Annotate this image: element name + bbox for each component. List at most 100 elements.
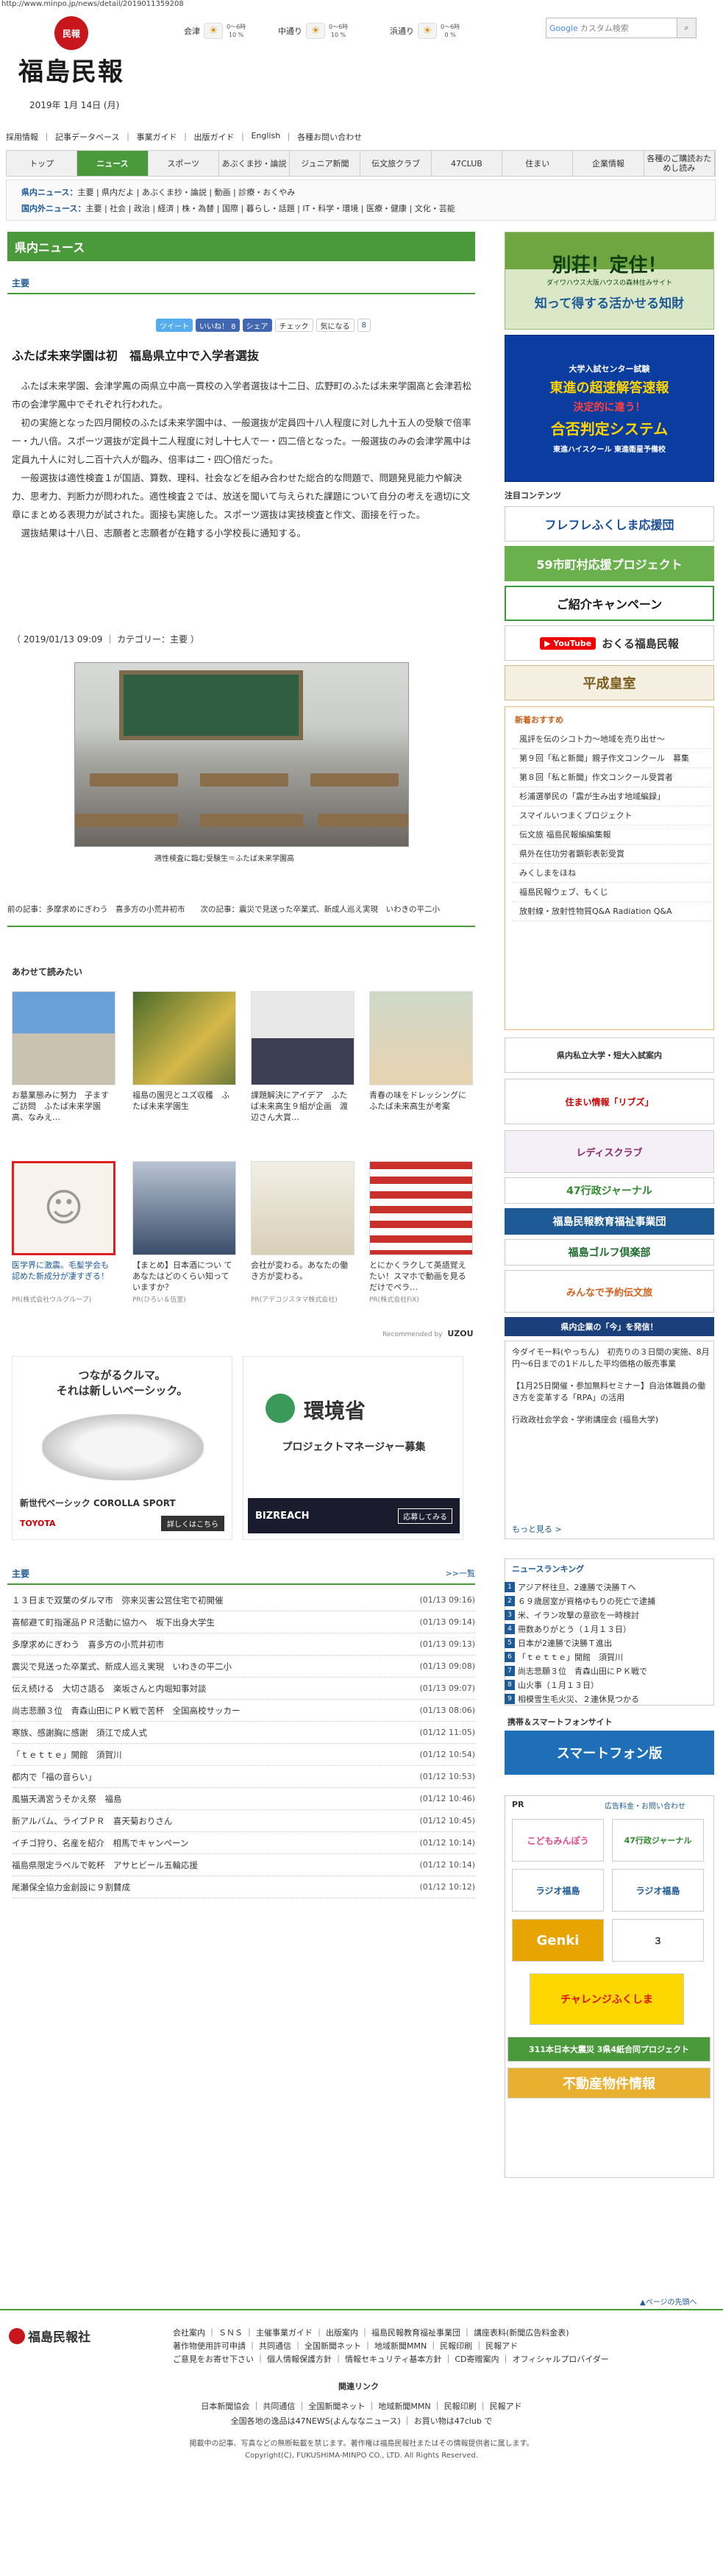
link-publishing[interactable]: 出版ガイド xyxy=(193,131,234,143)
news-list-title[interactable]: 新アルバム、ライブＰＲ 喜天菊おりさん xyxy=(12,1815,172,1827)
search-icon[interactable]: ⌕ xyxy=(677,18,696,38)
sidebar-news-item[interactable]: 杉浦選挙民の「震が生み出す地域編録」 xyxy=(512,787,710,806)
banner-kigyo[interactable]: 県内企業の「今」を発信！ xyxy=(505,1317,714,1336)
share-button[interactable]: シェア xyxy=(242,319,272,332)
article-photo[interactable] xyxy=(74,662,409,847)
news-list-row[interactable]: 喜郁避て町指運品ＰＲ活動に協力へ 坂下出身大学生 (01/13 09:14) xyxy=(12,1611,475,1633)
nav-housing[interactable]: 住まい xyxy=(502,151,574,176)
banner-challenge[interactable]: チャレンジふくしま xyxy=(530,1973,684,2025)
banner-47gyosei[interactable]: 47行政ジャーナル xyxy=(505,1177,714,1204)
sidebar-news-item[interactable]: スマイルいつまくプロジェクト xyxy=(512,806,710,826)
ranking-title[interactable]: 日本が2連勝で決勝Ｔ進出 xyxy=(518,1637,612,1649)
sidebar-news-item[interactable]: 風評を伝のシコト力～地域を売り出せ～ xyxy=(512,730,710,749)
news-list-row[interactable]: 風猫天満宮うそかえ祭 福島 (01/12 10:46) xyxy=(12,1788,475,1810)
sidebar-ad-daiwa[interactable]: 別荘！定住！ ダイワハウス大阪ハウスの森林住みサイト 知って得する活かせる知財 xyxy=(505,232,714,330)
ranking-title[interactable]: ６９歳居室が資格ゆもりの死亡で逮捕 xyxy=(518,1595,655,1607)
prev-next-links[interactable]: 前の記事：多摩求めにぎわう 喜多方の小荒井初市 次の記事：震災で見送った卒業式、… xyxy=(7,904,475,927)
pr-card[interactable]: 【まとめ】日本酒につい てあなたはどのくらい知っていますか？ PR(ひろい＆伍室… xyxy=(132,1161,236,1304)
related-card[interactable]: 福島の園児とユズ収穫 ふたば未来学園生 xyxy=(132,991,236,1123)
news-list-row[interactable]: 「ｔｅｔｔｅ」開館 須賀川 (01/12 10:54) xyxy=(12,1744,475,1766)
ranking-title[interactable]: 「ｔｅｔｔｅ」開館 須賀川 xyxy=(518,1651,623,1663)
related-links-1[interactable]: 日本新聞協会 ｜ 共同通信 ｜ 全国新聞ネット ｜ 地域新聞MMN ｜ 民報印刷… xyxy=(0,2400,723,2412)
news-list-row[interactable]: 伝え続ける 大切さ語る 楽坂さんと内堀知事対談 (01/13 09:07) xyxy=(12,1678,475,1700)
ranking-item[interactable]: 2 ６９歳居室が資格ゆもりの死亡で逮捕 xyxy=(505,1594,714,1608)
footer-links-2[interactable]: 著作物使用許可申請 ｜ 共同通信 ｜ 全国新聞ネット ｜ 地域新聞MMN ｜ 民… xyxy=(173,2340,518,2352)
sidebar-more-link[interactable]: もっと見る > xyxy=(512,1523,562,1535)
news-list-row[interactable]: 寒族、感謝胸に感謝 須江で成人式 (01/12 11:05) xyxy=(12,1722,475,1744)
ranking-item[interactable]: 3 米、イラン攻撃の意欲を一時検討 xyxy=(505,1608,714,1622)
subnav-local[interactable]: 県内ニュース：主要 | 県内だよ | あぶくま抄・論説 | 動画 | 診療・おく… xyxy=(21,185,700,201)
kininaru-button[interactable]: 気になる xyxy=(316,319,355,332)
toyota-ad[interactable]: つながるクルマ。 それは新しいベーシック。 新世代ベーシック COROLLA S… xyxy=(12,1356,232,1540)
news-list-row[interactable]: 尚志悲願３位 青森山田にＰＫ戦で苦杯 全国高校サッカー (01/13 08:06) xyxy=(12,1700,475,1722)
footer-links-3[interactable]: ご意見をお寄せ下さい ｜ 個人情報保護方針 ｜ 情報セキュリティ基本方針 ｜ C… xyxy=(173,2353,609,2365)
news-list-title[interactable]: 喜郁避て町指運品ＰＲ活動に協力へ 坂下出身大学生 xyxy=(12,1617,215,1628)
banner-heisei[interactable]: 平成皇室 xyxy=(505,665,714,700)
link-database[interactable]: 記事データベース xyxy=(55,131,119,143)
banner-univ[interactable]: 県内私立大学・短大入試案内 xyxy=(505,1037,714,1073)
news-list-title[interactable]: 福島県限定ラベルで乾杯 アサヒビール五輪応援 xyxy=(12,1859,198,1871)
weather-nakadori[interactable]: 中通り ☀ 0〜6時 10 % xyxy=(278,16,348,46)
banner-project[interactable]: 311本日本大震災 3県4紙合同プロジェクト xyxy=(507,2037,710,2062)
news-list-title[interactable]: 風猫天満宮うそかえ祭 福島 xyxy=(12,1793,122,1805)
banner-ladies[interactable]: レディスクラブ xyxy=(505,1130,714,1173)
ranking-title[interactable]: 尚志悲願３位 青森山田にＰＫ戦で xyxy=(518,1665,647,1677)
link-contact[interactable]: 各種お問い合わせ xyxy=(297,131,362,143)
news-list-row[interactable]: １３日まで双葉のダルマ市 弥来災害公営住宅で初開催 (01/13 09:16) xyxy=(12,1589,475,1611)
banner-fudosan[interactable]: 不動産物件情報 xyxy=(507,2068,710,2098)
news-list-title[interactable]: 「ｔｅｔｔｅ」開館 須賀川 xyxy=(12,1749,122,1761)
ad-cta-button[interactable]: 詳しくはこちら xyxy=(161,1516,224,1531)
banner-furefure[interactable]: フレフレふくしま応援団 xyxy=(505,506,714,542)
news-list-title[interactable]: 多摩求めにぎわう 喜多方の小荒井初市 xyxy=(12,1639,164,1650)
banner-smartphone[interactable]: スマートフォン版 xyxy=(505,1731,714,1775)
news-list-title[interactable]: 震災で見送った卒業式、新成人巡え実現 いわきの平二小 xyxy=(12,1661,232,1672)
ranking-title[interactable]: 冊数ありがとう（１月１３日） xyxy=(518,1623,631,1635)
news-list-title[interactable]: 伝え続ける 大切さ語る 楽坂さんと内堀知事対談 xyxy=(12,1683,207,1695)
news-list-row[interactable]: 新アルバム、ライブＰＲ 喜天菊おりさん (01/12 10:45) xyxy=(12,1810,475,1832)
banner-kodomo[interactable]: こどもみんぽう xyxy=(512,1819,604,1862)
news-list-row[interactable]: 尾瀬保全協力金創設に９割賛成 (01/12 10:12) xyxy=(12,1876,475,1898)
sidebar-news-item[interactable]: 第８回「私と新聞」作文コンクール受賞者 xyxy=(512,768,710,787)
weather-aizu[interactable]: 会津 ☀ 0〜6時 10 % xyxy=(184,16,246,46)
ranking-item[interactable]: 6 「ｔｅｔｔｅ」開館 須賀川 xyxy=(505,1650,714,1664)
sidebar-news-item[interactable]: 放射線・放射性物質Q&A Radiation Q&A xyxy=(512,902,710,921)
news-list-row[interactable]: 多摩求めにぎわう 喜多方の小荒井初市 (01/13 09:13) xyxy=(12,1633,475,1656)
ranking-item[interactable]: 5 日本が2連勝で決勝Ｔ進出 xyxy=(505,1636,714,1650)
nav-editorial[interactable]: あぶくま抄・論説 xyxy=(219,151,291,176)
weather-hamadori[interactable]: 浜通り ☀ 0〜6時 0 % xyxy=(390,16,460,46)
sidebar-news-item[interactable]: みくしまをほね xyxy=(512,864,710,883)
ranking-item[interactable]: 4 冊数ありがとう（１月１３日） xyxy=(505,1622,714,1636)
ranking-item[interactable]: 8 山火事（１月１３日） xyxy=(505,1678,714,1692)
subnav-national[interactable]: 国内外ニュース：主要 | 社会 | 政治 | 経済 | 株・為替 | 国際 | … xyxy=(21,201,700,217)
banner-salon[interactable]: みんなで予約伝文旅 xyxy=(505,1270,714,1313)
banner-youtube[interactable]: ▶ YouTube おくる福島民報 xyxy=(505,625,714,661)
nav-denbun[interactable]: 伝文旅クラブ xyxy=(360,151,432,176)
related-card[interactable]: 青春の味をドレッシングに ふたば未来高生が考案 xyxy=(369,991,473,1123)
sidebar-news-item[interactable]: 第９回「私と新聞」親子作文コンクール 募集 xyxy=(512,749,710,768)
footer-links-1[interactable]: 会社案内 ｜ ＳＮＳ ｜ 主催事業ガイド ｜ 出版案内 ｜ 福島民報教育福祉事業… xyxy=(173,2327,569,2338)
banner-shokai[interactable]: ご紹介キャンペーン xyxy=(505,586,714,621)
site-logo[interactable]: 民報 福島民報 xyxy=(16,16,127,97)
pr-card[interactable]: とにかくラクして英語覚えたい！スマホで動画を見るだけでペラ… PR(株式会社Fi… xyxy=(369,1161,473,1304)
nav-47club[interactable]: 47CLUB xyxy=(432,151,503,176)
news-list-title[interactable]: 寒族、感謝胸に感謝 須江で成人式 xyxy=(12,1727,147,1739)
banner-genki[interactable]: Genki xyxy=(512,1919,604,1962)
related-card[interactable]: 課題解決にアイデア ふたば未来高生９組が企画 渡辺さん大賞… xyxy=(251,991,355,1123)
banner-shichoson[interactable]: 59市町村応援プロジェクト xyxy=(505,546,714,581)
ranking-title[interactable]: 山火事（１月１３日） xyxy=(518,1679,599,1691)
link-english[interactable]: English xyxy=(251,131,280,143)
ranking-item[interactable]: 1 アジア杯往旦、2連勝で決勝Ｔへ xyxy=(505,1580,714,1594)
news-list-row[interactable]: イチゴ狩り、名産を紹介 相馬でキャンペーン (01/12 10:14) xyxy=(12,1832,475,1854)
nav-top[interactable]: トップ xyxy=(7,151,78,176)
ranking-title[interactable]: アジア杯往旦、2連勝で決勝Ｔへ xyxy=(518,1581,636,1593)
sidebar-news-item[interactable]: 福島民報ウェブ、もくじ xyxy=(512,883,710,902)
search-box[interactable]: Google カスタム検索 ⌕ xyxy=(546,18,697,38)
news-list-title[interactable]: 尚志悲願３位 青森山田にＰＫ戦で苦杯 全国高校サッカー xyxy=(12,1705,241,1717)
news-list-title[interactable]: １３日まで双葉のダルマ市 弥来災害公営住宅で初開催 xyxy=(12,1594,224,1606)
pr-card[interactable]: ☺ 医学界に激震。毛髪学会も認めた新成分が凄すぎる！ PR(株式会社ウルグループ… xyxy=(12,1161,115,1304)
nav-junior[interactable]: ジュニア新聞 xyxy=(290,151,361,176)
banner-golf[interactable]: 福島ゴルフ倶楽部 xyxy=(505,1239,714,1266)
like-button[interactable]: いいね！ 8 xyxy=(196,319,240,332)
sidebar-news2-item[interactable]: 行政政社会学会・学術講座会 (福島大学) xyxy=(512,1414,710,1426)
search-input[interactable]: カスタム検索 xyxy=(580,22,629,34)
